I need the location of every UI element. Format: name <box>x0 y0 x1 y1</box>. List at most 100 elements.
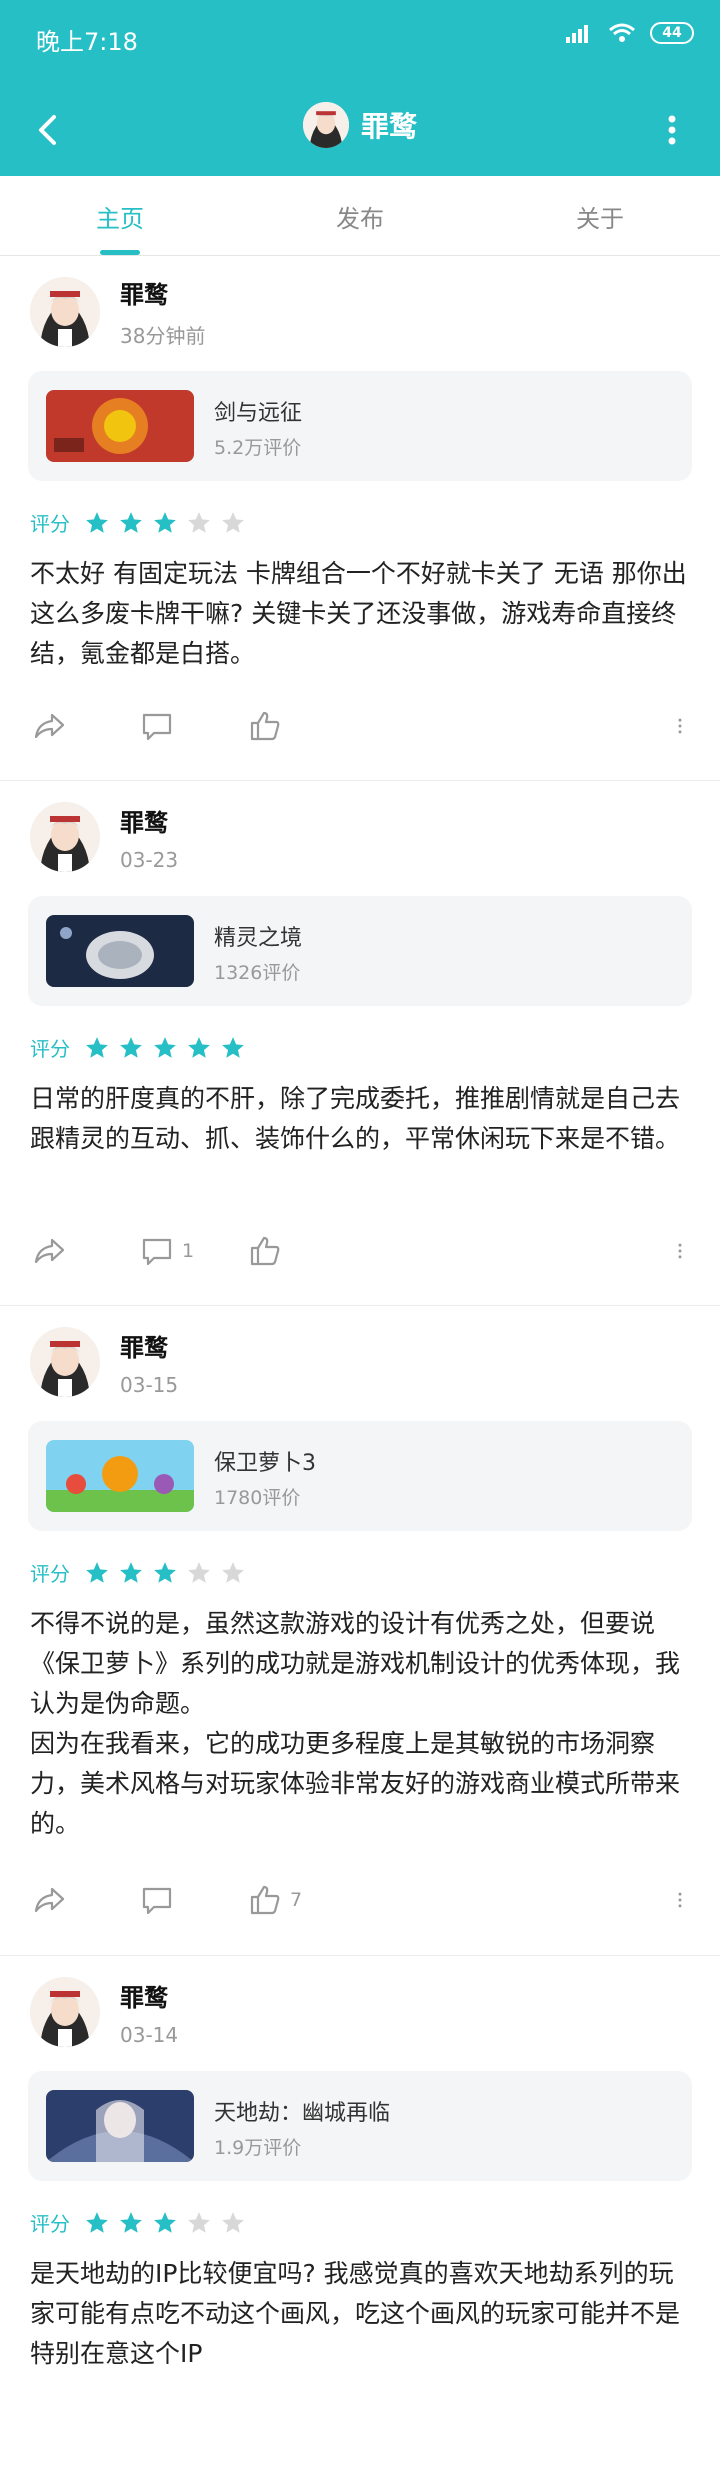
game-name: 精灵之境 <box>214 926 303 951</box>
rating-stars <box>84 2210 246 2236</box>
game-name: 保卫萝卜3 <box>214 1451 316 1476</box>
tab-posts[interactable]: 发布 <box>240 176 480 256</box>
rating-label: 评分 <box>30 1562 70 1586</box>
status-icons: 44 <box>566 22 694 44</box>
review-post: 罪鹜 03-23 精灵之境 1326评价 评分 日常的肝度真的不肝，除了完成委托… <box>0 781 720 1306</box>
post-actions: 1 <box>30 1229 690 1273</box>
post-time: 03-14 <box>120 2022 179 2047</box>
post-time: 38分钟前 <box>120 324 206 348</box>
star-filled-icon <box>86 511 108 533</box>
comment-button[interactable]: 1 <box>140 1229 194 1273</box>
review-text: 不太好 有固定玩法 卡牌组合一个不好就卡关了 无语 那你出这么多废卡牌干嘛? 关… <box>30 559 687 668</box>
author-name[interactable]: 罪鹜 <box>120 803 178 838</box>
thumbs-up-icon <box>250 1236 280 1266</box>
star-filled-icon <box>86 1036 108 1058</box>
header-title-group: 罪鹜 <box>0 102 720 148</box>
like-button[interactable] <box>248 704 290 748</box>
share-button[interactable] <box>32 1878 66 1922</box>
share-icon <box>34 1238 65 1264</box>
rating-label: 评分 <box>30 512 70 536</box>
review-feed: 罪鹜 38分钟前 剑与远征 5.2万评价 评分 不太好 有固定玩法 卡牌组合一个… <box>0 256 720 2481</box>
rating-stars <box>84 1560 246 1586</box>
star-filled-icon <box>120 511 142 533</box>
star-filled-icon <box>188 1036 210 1058</box>
comment-icon <box>142 713 172 741</box>
star-empty-icon <box>188 2211 210 2233</box>
rating-row: 评分 <box>30 508 246 537</box>
tab-home[interactable]: 主页 <box>0 176 240 256</box>
game-review-count: 5.2万评价 <box>214 437 302 459</box>
like-button[interactable] <box>248 1229 290 1273</box>
game-thumbnail <box>46 2090 194 2162</box>
author-avatar[interactable] <box>30 802 100 872</box>
review-post: 罪鹜 38分钟前 剑与远征 5.2万评价 评分 不太好 有固定玩法 卡牌组合一个… <box>0 256 720 781</box>
share-icon <box>34 713 65 739</box>
status-time: 晚上7:18 <box>36 28 138 56</box>
post-time: 03-23 <box>120 847 179 872</box>
author-avatar[interactable] <box>30 277 100 347</box>
post-header: 罪鹜 03-15 <box>30 1324 178 1400</box>
game-card[interactable]: 天地劫：幽城再临 1.9万评价 <box>28 2071 692 2181</box>
post-header: 罪鹜 03-14 <box>30 1974 178 2050</box>
author-name[interactable]: 罪鹜 <box>120 275 205 310</box>
author-name[interactable]: 罪鹜 <box>120 1328 178 1363</box>
share-button[interactable] <box>32 704 66 748</box>
like-button[interactable]: 7 <box>248 1878 302 1922</box>
game-name: 天地劫：幽城再临 <box>214 2101 391 2126</box>
nav-bar: 罪鹜 <box>0 88 720 176</box>
game-thumbnail <box>46 915 194 987</box>
star-filled-icon <box>86 1561 108 1583</box>
post-actions <box>30 704 690 748</box>
post-header: 罪鹜 03-23 <box>30 799 178 875</box>
star-filled-icon <box>154 2211 176 2233</box>
star-filled-icon <box>120 2211 142 2233</box>
star-empty-icon <box>188 511 210 533</box>
like-count: 7 <box>290 1889 303 1911</box>
more-vertical-icon <box>678 718 682 734</box>
game-card[interactable]: 保卫萝卜3 1780评价 <box>28 1421 692 1531</box>
more-vertical-icon <box>678 1243 682 1259</box>
post-more-button[interactable] <box>670 704 690 748</box>
post-time: 03-15 <box>120 1372 179 1397</box>
star-filled-icon <box>154 1561 176 1583</box>
comment-button[interactable] <box>140 704 182 748</box>
tab-about[interactable]: 关于 <box>480 176 720 256</box>
comment-icon <box>142 1887 172 1915</box>
game-card[interactable]: 精灵之境 1326评价 <box>28 896 692 1006</box>
star-filled-icon <box>222 1036 244 1058</box>
rating-row: 评分 <box>30 2208 246 2237</box>
game-thumbnail <box>46 390 194 462</box>
author-avatar[interactable] <box>30 1977 100 2047</box>
game-review-count: 1.9万评价 <box>214 2137 302 2159</box>
profile-tabs: 主页 发布 关于 <box>0 176 720 256</box>
post-more-button[interactable] <box>670 1878 690 1922</box>
post-more-button[interactable] <box>670 1229 690 1273</box>
game-review-count: 1326评价 <box>214 962 301 984</box>
header-more-button[interactable] <box>648 106 696 154</box>
header-title: 罪鹜 <box>360 110 417 143</box>
star-filled-icon <box>86 2211 108 2233</box>
header-avatar[interactable] <box>302 102 349 148</box>
rating-stars <box>84 510 246 536</box>
app-header: 晚上7:18 44 罪鹜 <box>0 0 720 176</box>
game-card[interactable]: 剑与远征 5.2万评价 <box>28 371 692 481</box>
thumbs-up-icon <box>250 1885 280 1915</box>
review-text: 日常的肝度真的不肝，除了完成委托，推推剧情就是自己去跟精灵的互动、抓、装饰什么的… <box>30 1084 681 1153</box>
review-post: 罪鹜 03-15 保卫萝卜3 1780评价 评分 不得不说的是，虽然这款游戏的设… <box>0 1306 720 1956</box>
author-name[interactable]: 罪鹜 <box>120 1978 178 2013</box>
thumbs-up-icon <box>250 711 280 741</box>
post-actions: 7 <box>30 1878 690 1922</box>
rating-label: 评分 <box>30 1037 70 1061</box>
game-name: 剑与远征 <box>214 401 303 426</box>
rating-row: 评分 <box>30 1033 246 1062</box>
more-vertical-icon <box>668 115 676 145</box>
rating-stars <box>84 1035 246 1061</box>
review-post: 罪鹜 03-14 天地劫：幽城再临 1.9万评价 评分 是天地劫的IP比较便宜吗… <box>0 1956 720 2481</box>
share-button[interactable] <box>32 1229 66 1273</box>
author-avatar[interactable] <box>30 1327 100 1397</box>
comment-button[interactable] <box>140 1878 182 1922</box>
more-vertical-icon <box>678 1892 682 1908</box>
star-filled-icon <box>120 1561 142 1583</box>
game-review-count: 1780评价 <box>214 1487 301 1509</box>
star-filled-icon <box>154 511 176 533</box>
